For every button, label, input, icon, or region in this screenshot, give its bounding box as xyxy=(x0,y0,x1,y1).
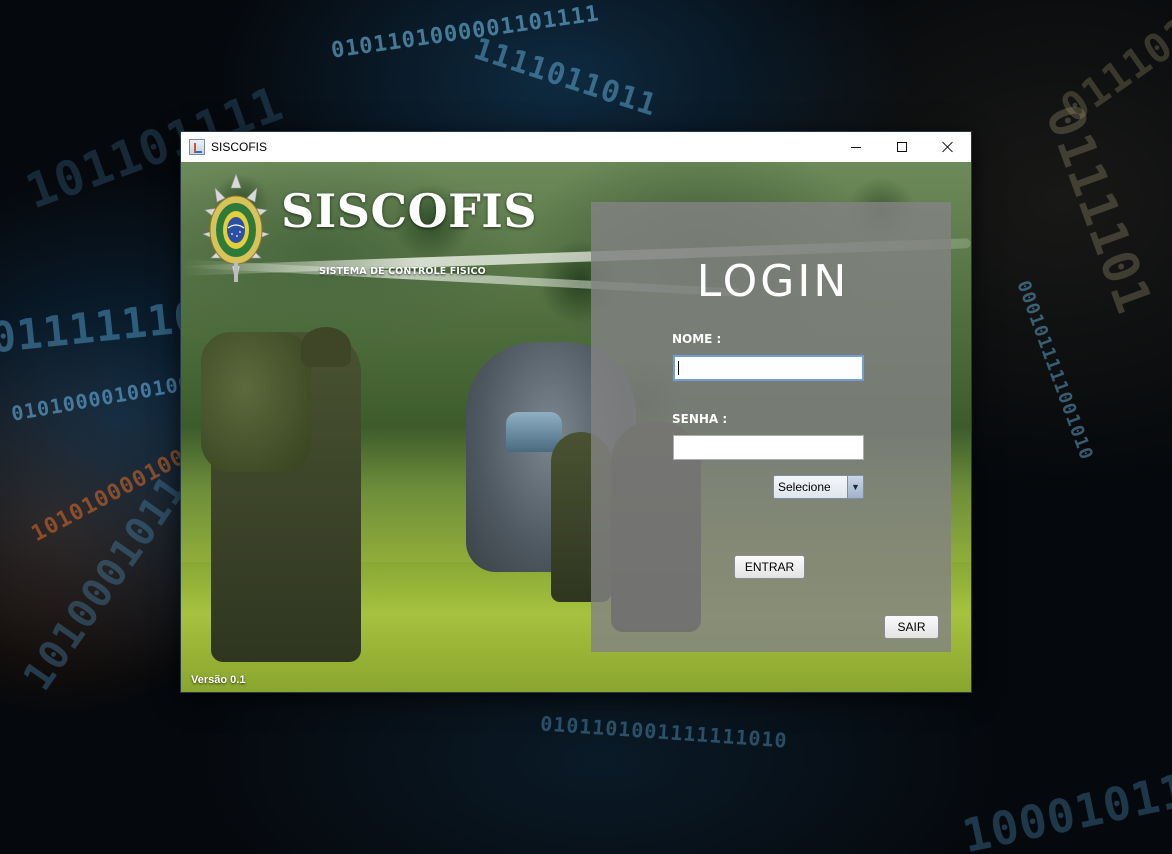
enter-button[interactable]: ENTRAR xyxy=(734,555,805,579)
profile-select[interactable]: Selecione ▼ xyxy=(773,475,864,499)
login-window: SISCOFIS SISCOFIS SISTEMA DE CONTROLE FI… xyxy=(181,132,971,692)
text-caret xyxy=(678,361,679,375)
login-panel: LOGIN NOME : SENHA : Selecione ▼ ENTRAR … xyxy=(591,202,951,652)
background-photo: SISCOFIS SISTEMA DE CONTROLE FISICO Vers… xyxy=(181,162,971,692)
login-heading: LOGIN xyxy=(696,256,850,307)
army-emblem-icon xyxy=(202,173,270,283)
name-input[interactable] xyxy=(673,355,864,381)
close-button[interactable] xyxy=(925,132,971,162)
maximize-icon xyxy=(897,142,907,152)
version-label: Versão 0.1 xyxy=(191,674,246,686)
window-title: SISCOFIS xyxy=(211,140,268,154)
app-logo-title: SISCOFIS xyxy=(281,184,538,238)
password-input[interactable] xyxy=(673,435,864,460)
app-logo-subtitle: SISTEMA DE CONTROLE FISICO xyxy=(319,266,486,277)
maximize-button[interactable] xyxy=(879,132,925,162)
chevron-down-icon[interactable]: ▼ xyxy=(847,476,863,498)
minimize-icon xyxy=(851,146,861,148)
name-label: NOME : xyxy=(672,332,722,346)
profile-select-value: Selecione xyxy=(778,480,831,494)
close-icon xyxy=(942,141,954,153)
password-label: SENHA : xyxy=(672,412,728,426)
minimize-button[interactable] xyxy=(833,132,879,162)
exit-button[interactable]: SAIR xyxy=(884,615,939,639)
title-bar[interactable]: SISCOFIS xyxy=(181,132,971,162)
java-app-icon xyxy=(189,139,205,155)
